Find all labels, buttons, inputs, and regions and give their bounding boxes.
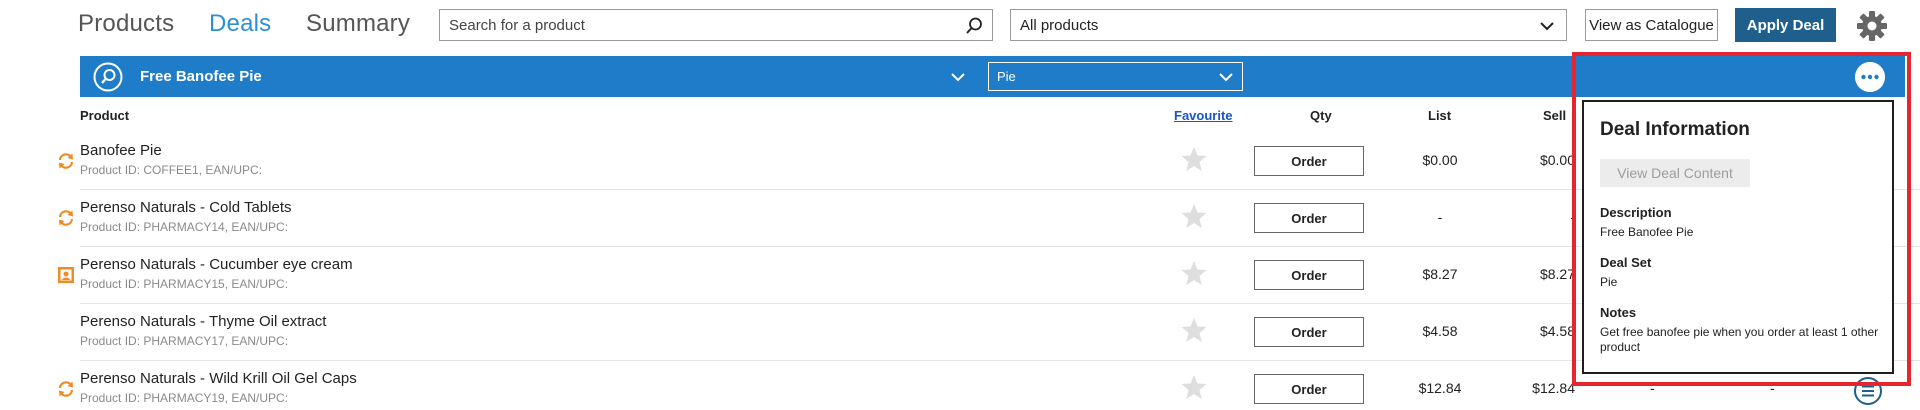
order-button[interactable]: Order <box>1254 203 1364 233</box>
tab-products[interactable]: Products <box>78 10 174 38</box>
description-label: Description <box>1600 205 1672 220</box>
favourite-star-icon[interactable] <box>1180 373 1208 401</box>
product-meta: Product ID: COFFEE1, EAN/UPC: <box>80 163 263 177</box>
product-meta: Product ID: PHARMACY19, EAN/UPC: <box>80 391 289 405</box>
list-price: $0.00 <box>1422 152 1458 168</box>
notes-value: Get free banofee pie when you order at l… <box>1600 325 1879 354</box>
column-header-sell: Sell <box>1543 108 1567 123</box>
product-name[interactable]: Perenso Naturals - Thyme Oil extract <box>80 313 326 330</box>
sell-price: $12.84 <box>1532 380 1575 396</box>
product-filter-select[interactable]: All products <box>1010 9 1567 41</box>
column-header-product: Product <box>80 108 130 123</box>
chevron-down-icon <box>1219 73 1233 82</box>
product-name[interactable]: Perenso Naturals - Wild Krill Oil Gel Ca… <box>80 370 357 387</box>
deal-set-label: Deal Set <box>1600 255 1652 270</box>
refresh-icon <box>58 153 74 169</box>
order-button[interactable]: Order <box>1254 260 1364 290</box>
order-button[interactable]: Order <box>1254 317 1364 347</box>
chevron-down-icon[interactable] <box>950 70 966 84</box>
column-header-list: List <box>1428 108 1452 123</box>
order-button[interactable]: Order <box>1254 374 1364 404</box>
list-price: - <box>1437 209 1443 225</box>
product-meta: Product ID: PHARMACY15, EAN/UPC: <box>80 277 289 291</box>
product-name[interactable]: Perenso Naturals - Cold Tablets <box>80 199 292 216</box>
product-meta: Product ID: PHARMACY14, EAN/UPC: <box>80 220 289 234</box>
sell-price: $8.27 <box>1539 266 1575 282</box>
deal-bar: Free Banofee Pie Pie <box>80 56 1580 97</box>
deal-set-select[interactable]: Pie <box>988 62 1243 91</box>
search-input[interactable] <box>440 10 940 40</box>
sell-price: $4.58 <box>1539 323 1575 339</box>
product-meta: Product ID: PHARMACY17, EAN/UPC: <box>80 334 289 348</box>
deal-search-icon[interactable] <box>93 62 123 92</box>
sell-price: - <box>1570 209 1575 225</box>
column-header-favourite[interactable]: Favourite <box>1174 108 1233 123</box>
refresh-icon <box>58 381 74 397</box>
list-price: $4.58 <box>1422 323 1458 339</box>
top-bar: Products Deals Summary All products View… <box>0 0 1920 54</box>
order-button[interactable]: Order <box>1254 146 1364 176</box>
column-header-qty: Qty <box>1310 108 1332 123</box>
tab-deals[interactable]: Deals <box>209 10 271 38</box>
refresh-icon <box>58 210 74 226</box>
apply-deal-button[interactable]: Apply Deal <box>1735 8 1836 42</box>
chevron-down-icon <box>1540 22 1554 31</box>
panel-title: Deal Information <box>1600 119 1750 140</box>
product-filter-value: All products <box>1020 17 1099 34</box>
favourite-star-icon[interactable] <box>1180 259 1208 287</box>
list-price: $8.27 <box>1422 266 1458 282</box>
product-name[interactable]: Perenso Naturals - Cucumber eye cream <box>80 256 353 273</box>
tab-summary[interactable]: Summary <box>306 10 410 38</box>
deal-set-value: Pie <box>1600 275 1618 289</box>
product-search-box <box>439 9 993 41</box>
gear-icon[interactable] <box>1856 10 1888 42</box>
favourite-star-icon[interactable] <box>1180 202 1208 230</box>
search-icon[interactable] <box>964 16 984 36</box>
product-name[interactable]: Banofee Pie <box>80 142 162 159</box>
deal-set-value: Pie <box>997 69 1016 84</box>
deal-name[interactable]: Free Banofee Pie <box>140 68 262 85</box>
notes-label: Notes <box>1600 305 1637 320</box>
favourite-star-icon[interactable] <box>1180 316 1208 344</box>
image-icon <box>58 267 74 283</box>
description-value: Free Banofee Pie <box>1600 225 1694 239</box>
deal-information-panel: Deal Information View Deal Content Descr… <box>1582 100 1894 374</box>
favourite-star-icon[interactable] <box>1180 145 1208 173</box>
sell-price: $0.00 <box>1539 152 1575 168</box>
view-deal-content-button[interactable]: View Deal Content <box>1600 159 1750 187</box>
view-as-catalogue-button[interactable]: View as Catalogue <box>1585 9 1718 41</box>
list-price: $12.84 <box>1418 380 1462 396</box>
